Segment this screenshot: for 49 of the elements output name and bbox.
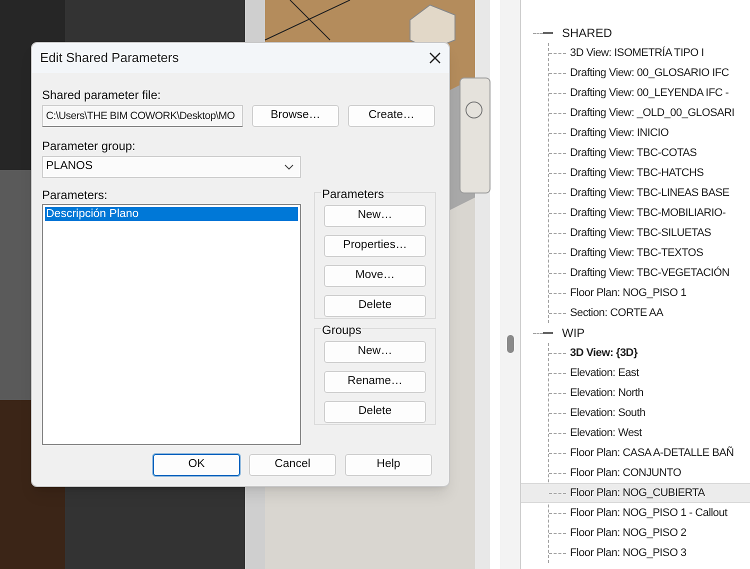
tree-item[interactable]: 3D View: {3D}	[570, 344, 638, 362]
tree-item[interactable]: Floor Plan: CASA A-DETALLE BAÑ	[570, 444, 734, 462]
tree-item[interactable]: Drafting View: TBC-VEGETACIÓN	[570, 264, 730, 282]
tree-item[interactable]: Floor Plan: NOG_PISO 2	[570, 524, 686, 542]
parameters-listbox[interactable]: Descripción Plano	[42, 204, 301, 445]
dialog-button[interactable]: Rename…	[324, 371, 426, 393]
dialog-button[interactable]: Cancel	[249, 454, 336, 476]
tree-item[interactable]: 3D View: ISOMETRÍA TIPO I	[570, 44, 704, 62]
tree-item[interactable]: Elevation: North	[570, 384, 644, 402]
scrollbar-thumb[interactable]	[506, 335, 514, 353]
tree-item[interactable]: Drafting View: TBC-COTAS	[570, 144, 697, 162]
tree-group-label[interactable]: WIP	[562, 324, 585, 342]
tree-item[interactable]: Section: CORTE AA	[570, 304, 664, 322]
dialog-button[interactable]: Browse…	[252, 105, 339, 127]
tree-item[interactable]: Drafting View: 00_LEYENDA IFC -	[570, 84, 729, 102]
tree-item[interactable]: Elevation: West	[570, 424, 642, 442]
dialog-button[interactable]: New…	[324, 341, 426, 363]
dialog-button[interactable]: Create…	[348, 105, 435, 127]
tree-item[interactable]: Drafting View: TBC-TEXTOS	[570, 244, 704, 262]
tree-item[interactable]: Drafting View: TBC-LINEAS BASE	[570, 184, 730, 202]
tree-item[interactable]: Floor Plan: NOG_PISO 1	[570, 284, 686, 302]
tree-item[interactable]: Drafting View: TBC-HATCHS	[570, 164, 704, 182]
field-label: Shared parameter file:	[42, 87, 162, 101]
tree-item[interactable]: Elevation: East	[570, 364, 639, 382]
tree-item[interactable]: Floor Plan: NOG_PISO 3	[570, 544, 686, 562]
list-item[interactable]: Descripción Plano	[45, 207, 298, 221]
tree-item[interactable]: Drafting View: TBC-SILUETAS	[570, 224, 712, 242]
dialog-button[interactable]: Delete	[324, 295, 426, 317]
tree-item[interactable]: Floor Plan: CONJUNTO	[570, 464, 682, 482]
tree-item[interactable]: Floor Plan: NOG_PISO 1 - Callout	[570, 504, 728, 522]
close-icon[interactable]	[429, 52, 441, 64]
file-path-field[interactable]: C:\Users\THE BIM COWORK\Desktop\MO	[42, 105, 243, 127]
dialog-button[interactable]: Help	[345, 454, 432, 476]
tree-item[interactable]: Elevation: South	[570, 404, 646, 422]
dialog-button[interactable]: Move…	[324, 265, 426, 287]
tree-item[interactable]: Drafting View: _OLD_00_GLOSARI	[570, 104, 734, 122]
dialog-button[interactable]: Delete	[324, 401, 426, 423]
chevron-down-icon	[284, 164, 294, 170]
parameter-group-dropdown[interactable]: PLANOS	[42, 156, 301, 178]
tree-item[interactable]: Drafting View: 00_GLOSARIO IFC	[570, 64, 729, 82]
field-label: Parameters:	[42, 187, 108, 201]
tree-item[interactable]: Drafting View: TBC-MOBILIARIO-	[570, 204, 726, 222]
dialog-button[interactable]: New…	[324, 205, 426, 227]
dialog-button[interactable]: OK	[153, 454, 240, 476]
dialog-button[interactable]: Properties…	[324, 235, 426, 257]
dialog-title: Edit Shared Parameters	[40, 49, 179, 68]
tree-group-label[interactable]: SHARED	[562, 24, 612, 42]
field-label: Parameter group:	[42, 138, 136, 152]
tree-item[interactable]: Drafting View: INICIO	[570, 124, 669, 142]
